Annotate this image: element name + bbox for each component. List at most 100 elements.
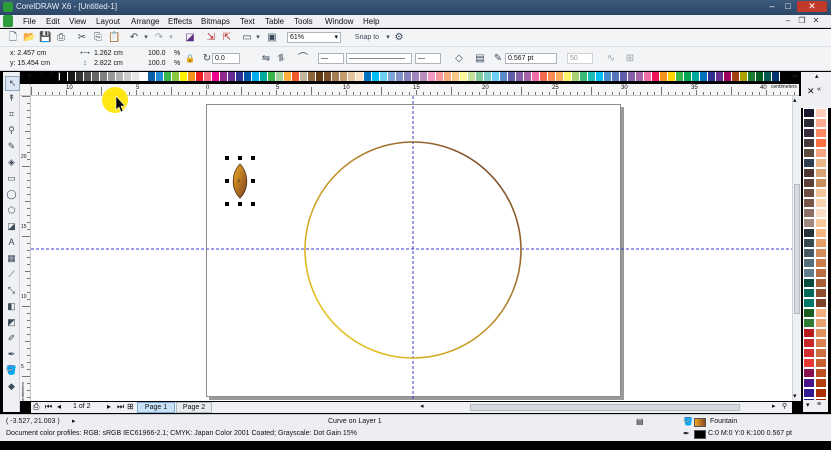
color-swatch[interactable] (803, 278, 815, 288)
color-swatch[interactable] (815, 338, 827, 348)
color-swatch[interactable] (803, 188, 815, 198)
color-swatch[interactable] (803, 258, 815, 268)
palette-scroll-up-icon[interactable]: ▴ (815, 72, 819, 80)
color-swatch[interactable] (815, 248, 827, 258)
dock-header: ▴ ✕ « (801, 72, 831, 108)
color-swatch[interactable] (815, 208, 827, 218)
color-swatch[interactable] (815, 168, 827, 178)
color-swatch[interactable] (803, 358, 815, 368)
color-swatch[interactable] (803, 248, 815, 258)
gradient-circle[interactable] (304, 141, 522, 359)
color-palette (803, 108, 828, 408)
color-swatch[interactable] (803, 128, 815, 138)
scroll-left-icon[interactable]: ◂ (420, 402, 424, 410)
color-swatch[interactable] (803, 158, 815, 168)
horizontal-scrollbar[interactable]: ◂ ▸ ⚲ (420, 402, 792, 413)
color-swatch[interactable] (803, 178, 815, 188)
navigator-zoom-icon[interactable]: ⚲ (782, 402, 787, 410)
color-swatch[interactable] (803, 268, 815, 278)
page-navigator: ⎙ ⏮ ◂ 1 of 2 ▸ ⏭ ⊞ Page 1 Page 2 (31, 402, 421, 413)
color-swatch[interactable] (815, 278, 827, 288)
color-swatch[interactable] (803, 318, 815, 328)
color-swatch[interactable] (803, 118, 815, 128)
color-swatch[interactable] (815, 238, 827, 248)
add-page-icon[interactable]: ⊞ (127, 402, 134, 411)
scroll-right-icon[interactable]: ▸ (772, 402, 776, 410)
color-swatch[interactable] (815, 198, 827, 208)
color-swatch[interactable] (815, 298, 827, 308)
color-swatch[interactable] (803, 348, 815, 358)
outline-info: C:0 M:0 Y:0 K:100 0.567 pt (708, 430, 792, 437)
color-swatch[interactable] (803, 338, 815, 348)
color-swatch[interactable] (815, 288, 827, 298)
color-swatch[interactable] (803, 378, 815, 388)
overlay-svg: × (31, 87, 792, 401)
color-swatch[interactable] (815, 378, 827, 388)
color-swatch[interactable] (803, 328, 815, 338)
color-profiles-info[interactable]: Document color profiles: RGB: sRGB IEC61… (6, 430, 357, 437)
tab-page-2[interactable]: Page 2 (176, 402, 212, 413)
color-proofing-icon[interactable]: ▤ (636, 417, 644, 426)
center-marker-icon: × (237, 179, 241, 185)
color-swatch[interactable] (815, 178, 827, 188)
outline-swatch[interactable] (694, 430, 706, 439)
pen-icon: ✒ (683, 429, 690, 438)
next-page-icon[interactable]: ▸ (107, 402, 111, 411)
tab-page-1[interactable]: Page 1 (137, 402, 175, 413)
status-bar: ( -3.527, 21.003 ) ▸ Curve on Layer 1 ▤ … (0, 414, 831, 429)
expand-palette-icon[interactable]: « (817, 86, 821, 93)
fill-swatch[interactable] (694, 418, 706, 427)
color-swatch[interactable] (803, 228, 815, 238)
color-swatch[interactable] (815, 308, 827, 318)
color-swatch[interactable] (803, 288, 815, 298)
color-swatch[interactable] (815, 258, 827, 268)
color-swatch[interactable] (803, 298, 815, 308)
color-swatch[interactable] (815, 148, 827, 158)
last-page-icon[interactable]: ⏭ (117, 402, 124, 412)
page-count: 1 of 2 (73, 403, 91, 410)
color-swatch[interactable] (815, 128, 827, 138)
triangle-right-icon[interactable]: ▸ (72, 417, 76, 425)
color-swatch[interactable] (815, 228, 827, 238)
palette-footer: ▾ ≡ (803, 400, 828, 412)
color-swatch[interactable] (815, 388, 827, 398)
color-swatch[interactable] (815, 158, 827, 168)
status-bar-secondary: Document color profiles: RGB: sRGB IEC61… (0, 429, 831, 441)
palette-scroll-down-icon[interactable]: ▾ (806, 401, 810, 409)
color-swatch[interactable] (815, 348, 827, 358)
color-swatch[interactable] (815, 188, 827, 198)
color-swatch[interactable] (815, 138, 827, 148)
color-swatch[interactable] (815, 108, 827, 118)
color-swatch[interactable] (803, 388, 815, 398)
color-swatch[interactable] (803, 308, 815, 318)
color-swatch[interactable] (803, 238, 815, 248)
color-swatch[interactable] (803, 208, 815, 218)
vertical-scroll-thumb[interactable] (794, 184, 800, 314)
first-page-icon[interactable]: ⏮ (45, 402, 52, 412)
color-swatch[interactable] (803, 168, 815, 178)
color-swatch[interactable] (803, 108, 815, 118)
page-sorter-icon[interactable]: ⎙ (33, 402, 39, 412)
color-swatch[interactable] (803, 368, 815, 378)
screen-border (0, 441, 831, 450)
color-swatch[interactable] (815, 318, 827, 328)
color-swatch[interactable] (815, 218, 827, 228)
palette-menu-icon[interactable]: ≡ (817, 401, 821, 408)
color-swatch[interactable] (815, 368, 827, 378)
color-swatch[interactable] (815, 118, 827, 128)
color-swatch[interactable] (815, 268, 827, 278)
cursor-position: ( -3.527, 21.003 ) (6, 418, 60, 425)
no-fill-icon[interactable]: ✕ (807, 86, 815, 97)
horizontal-scroll-thumb[interactable] (470, 404, 740, 411)
vertical-scrollbar[interactable]: ▴ ▾ (792, 96, 801, 401)
color-swatch[interactable] (803, 138, 815, 148)
previous-page-icon[interactable]: ◂ (57, 402, 61, 411)
color-swatch[interactable] (803, 198, 815, 208)
fill-name: Fountain (710, 418, 738, 425)
color-swatch[interactable] (815, 328, 827, 338)
color-swatch[interactable] (803, 148, 815, 158)
color-swatch[interactable] (803, 218, 815, 228)
scroll-up-icon[interactable]: ▴ (793, 96, 797, 104)
scroll-down-icon[interactable]: ▾ (793, 392, 797, 400)
color-swatch[interactable] (815, 358, 827, 368)
